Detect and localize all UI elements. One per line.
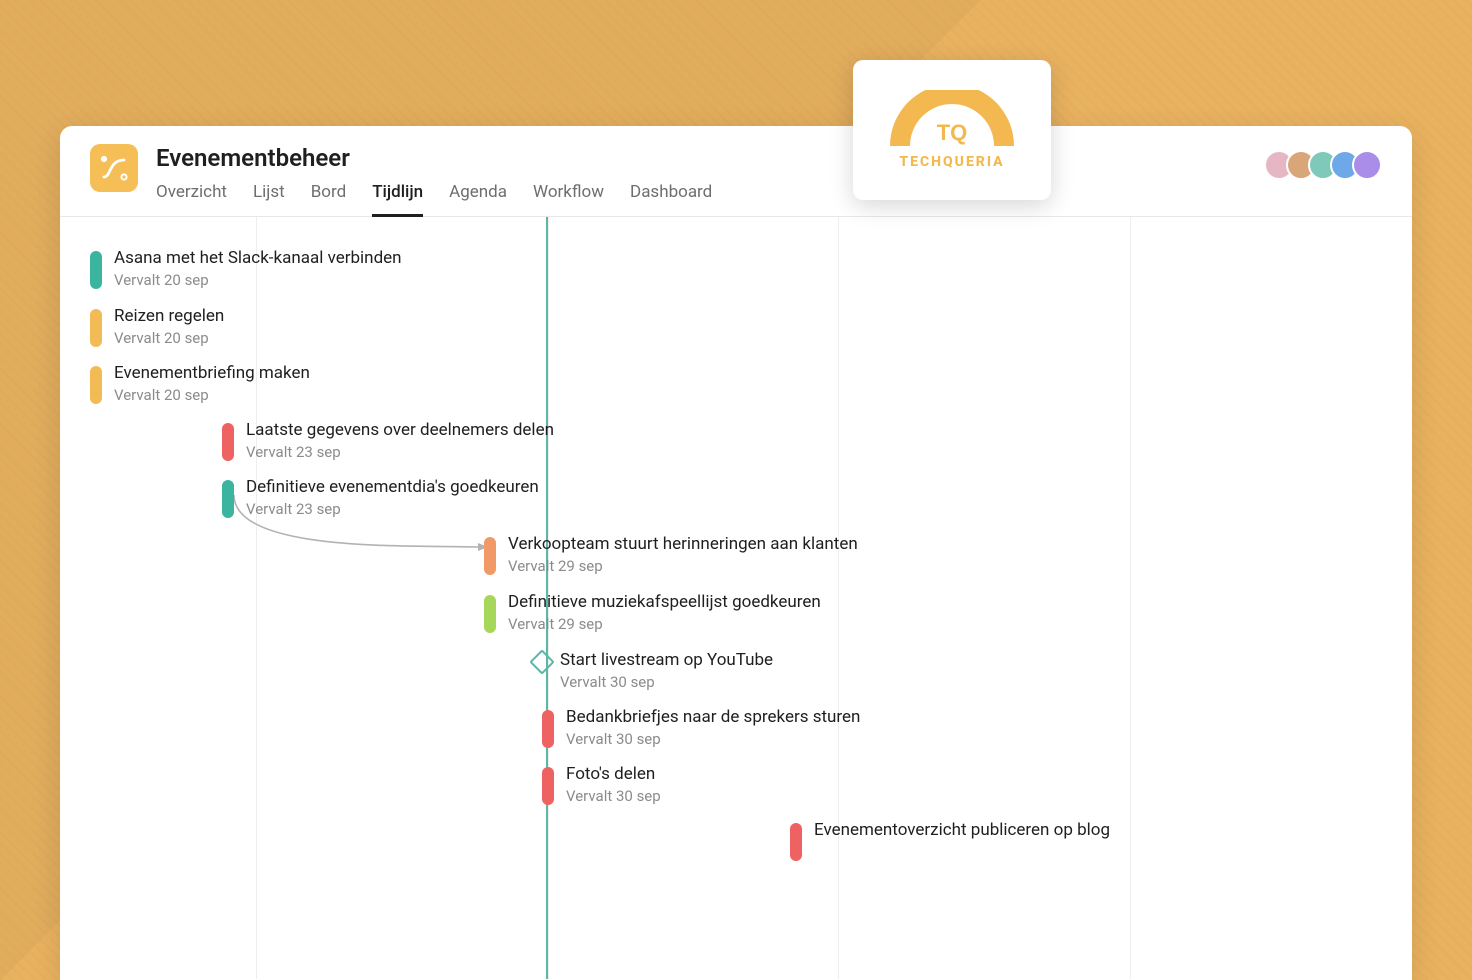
tab-dashboard[interactable]: Dashboard	[630, 182, 712, 217]
tab-tijdlijn[interactable]: Tijdlijn	[372, 182, 423, 217]
task-title: Definitieve evenementdia's goedkeuren	[246, 476, 539, 498]
task-due: Vervalt 29 sep	[508, 615, 821, 633]
project-icon[interactable]	[90, 144, 138, 192]
timeline-task[interactable]: Start livestream op YouTube Vervalt 30 se…	[536, 649, 773, 691]
task-due: Vervalt 30 sep	[566, 730, 860, 748]
task-due: Vervalt 23 sep	[246, 443, 554, 461]
timeline-grid-line	[838, 217, 839, 979]
task-pill	[542, 767, 554, 805]
tab-agenda[interactable]: Agenda	[449, 182, 507, 217]
task-text: Bedankbriefjes naar de sprekers sturen Ve…	[566, 706, 860, 748]
task-title: Evenementoverzicht publiceren op blog	[814, 819, 1110, 841]
task-text: Foto's delen Vervalt 30 sep	[566, 763, 661, 805]
milestone-icon	[529, 649, 554, 674]
task-title: Foto's delen	[566, 763, 661, 785]
timeline-body[interactable]: Asana met het Slack-kanaal verbinden Verv…	[60, 217, 1412, 979]
timeline-task[interactable]: Evenementbriefing maken Vervalt 20 sep	[90, 362, 310, 404]
avatar[interactable]	[1352, 150, 1382, 180]
route-icon	[99, 153, 129, 183]
task-text: Evenementbriefing maken Vervalt 20 sep	[114, 362, 310, 404]
task-title: Bedankbriefjes naar de sprekers sturen	[566, 706, 860, 728]
header-main: Evenementbeheer Overzicht Lijst Bord Tijdli…	[156, 144, 1246, 216]
timeline-task[interactable]: Definitieve muziekafspeellijst goedkeure…	[484, 591, 821, 633]
task-text: Definitieve muziekafspeellijst goedkeure…	[508, 591, 821, 633]
task-pill	[90, 309, 102, 347]
task-due: Vervalt 20 sep	[114, 386, 310, 404]
task-pill	[484, 595, 496, 633]
tabs: Overzicht Lijst Bord Tijdlijn Agenda Workflow…	[156, 182, 1246, 216]
task-due: Vervalt 20 sep	[114, 271, 402, 289]
project-title: Evenementbeheer	[156, 144, 1246, 172]
task-title: Evenementbriefing maken	[114, 362, 310, 384]
task-due: Vervalt 30 sep	[560, 673, 773, 691]
brand-logo-card: TQ TECHQUERIA	[853, 60, 1051, 200]
task-title: Definitieve muziekafspeellijst goedkeure…	[508, 591, 821, 613]
task-pill	[222, 480, 234, 518]
task-title: Start livestream op YouTube	[560, 649, 773, 671]
task-title: Asana met het Slack-kanaal verbinden	[114, 247, 402, 269]
timeline-task[interactable]: Definitieve evenementdia's goedkeuren Ver…	[222, 476, 539, 518]
task-due: Vervalt 20 sep	[114, 329, 224, 347]
timeline-task[interactable]: Evenementoverzicht publiceren op blog	[790, 819, 1110, 861]
tab-lijst[interactable]: Lijst	[253, 182, 285, 217]
techqueria-logo-icon: TQ	[882, 90, 1022, 148]
avatar-stack[interactable]	[1264, 144, 1382, 180]
app-window: Evenementbeheer Overzicht Lijst Bord Tijdli…	[60, 126, 1412, 980]
timeline-task[interactable]: Laatste gegevens over deelnemers delen Ve…	[222, 419, 554, 461]
task-text: Evenementoverzicht publiceren op blog	[814, 819, 1110, 841]
timeline-task[interactable]: Foto's delen Vervalt 30 sep	[542, 763, 661, 805]
task-pill	[484, 537, 496, 575]
tasks-container: Asana met het Slack-kanaal verbindenVerv…	[60, 217, 1412, 243]
tab-bord[interactable]: Bord	[311, 182, 346, 217]
task-text: Definitieve evenementdia's goedkeuren Ver…	[246, 476, 539, 518]
task-pill	[90, 251, 102, 289]
header: Evenementbeheer Overzicht Lijst Bord Tijdli…	[60, 126, 1412, 217]
tab-overzicht[interactable]: Overzicht	[156, 182, 227, 217]
task-text: Start livestream op YouTube Vervalt 30 se…	[560, 649, 773, 691]
task-text: Reizen regelen Vervalt 20 sep	[114, 305, 224, 347]
timeline-grid-line	[256, 217, 257, 979]
task-text: Verkoopteam stuurt herinneringen aan kla…	[508, 533, 858, 575]
timeline-task[interactable]: Asana met het Slack-kanaal verbinden Verv…	[90, 247, 402, 289]
brand-name: TECHQUERIA	[882, 154, 1022, 170]
task-text: Laatste gegevens over deelnemers delen Ve…	[246, 419, 554, 461]
task-pill	[542, 710, 554, 748]
timeline-task[interactable]: Verkoopteam stuurt herinneringen aan kla…	[484, 533, 858, 575]
timeline-task[interactable]: Bedankbriefjes naar de sprekers sturen Ve…	[542, 706, 860, 748]
task-title: Reizen regelen	[114, 305, 224, 327]
timeline-task[interactable]: Reizen regelen Vervalt 20 sep	[90, 305, 224, 347]
task-title: Laatste gegevens over deelnemers delen	[246, 419, 554, 441]
task-due: Vervalt 23 sep	[246, 500, 539, 518]
task-pill	[222, 423, 234, 461]
task-due: Vervalt 30 sep	[566, 787, 661, 805]
task-pill	[90, 366, 102, 404]
svg-text:TQ: TQ	[937, 120, 968, 145]
timeline-grid-line	[1130, 217, 1131, 979]
task-text: Asana met het Slack-kanaal verbinden Verv…	[114, 247, 402, 289]
task-pill	[790, 823, 802, 861]
task-title: Verkoopteam stuurt herinneringen aan kla…	[508, 533, 858, 555]
task-due: Vervalt 29 sep	[508, 557, 858, 575]
tab-workflow[interactable]: Workflow	[533, 182, 604, 217]
